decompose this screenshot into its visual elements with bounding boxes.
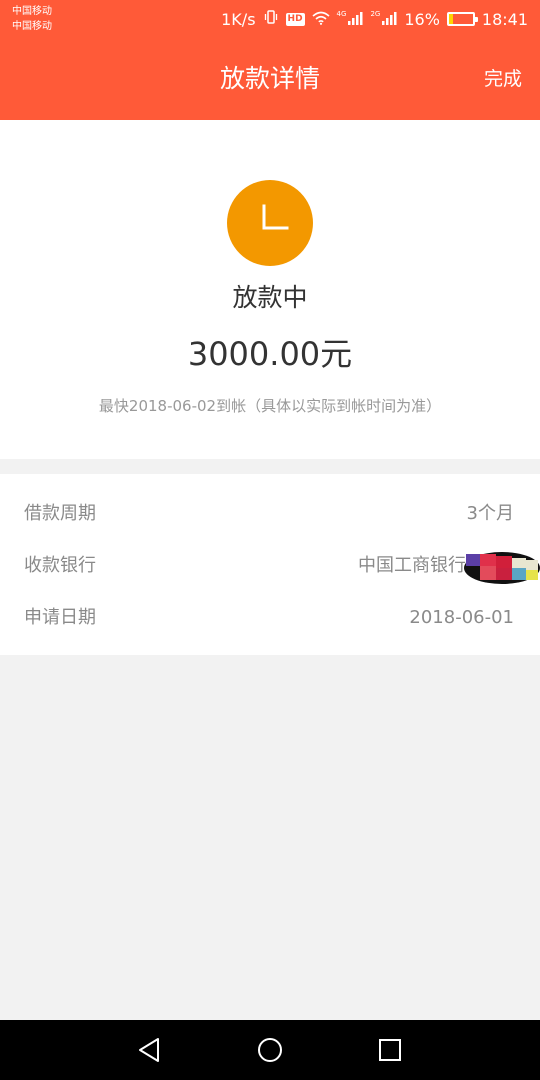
loan-status-card: 放款中 3000.00元 最快2018-06-02到帐（具体以实际到帐时间为准） — [0, 120, 540, 459]
carrier-2: 中国移动 — [12, 21, 52, 32]
status-indicators: 1K/s HD 4G 2G 16% 18:41 — [221, 6, 528, 32]
battery-fill — [448, 14, 453, 24]
home-circle-icon[interactable] — [254, 1034, 286, 1066]
battery-percent: 16% — [404, 9, 440, 29]
vibrate-icon — [263, 9, 279, 29]
signal-icon — [381, 10, 397, 29]
detail-row-period: 借款周期 3个月 — [0, 488, 540, 540]
period-label: 借款周期 — [24, 503, 96, 524]
bank-logo-icon — [462, 550, 540, 586]
date-label: 申请日期 — [24, 607, 96, 628]
page-title: 放款详情 — [219, 64, 320, 93]
detail-row-bank: 收款银行 中国工商银行 — [0, 540, 540, 592]
app-header: 中国移动 中国移动 1K/s HD 4G 2G 16% 18:41 放款详情 完… — [0, 0, 540, 120]
recents-square-icon[interactable] — [374, 1034, 406, 1066]
network-type-2: 2G — [370, 9, 381, 18]
back-triangle-icon[interactable] — [134, 1034, 166, 1066]
arrival-note: 最快2018-06-02到帐（具体以实际到帐时间为准） — [98, 397, 442, 415]
date-value: 2018-06-01 — [409, 607, 514, 628]
signal-icon — [347, 10, 363, 29]
bank-value: 中国工商银行 — [358, 555, 466, 576]
loan-amount: 3000.00元 — [187, 335, 353, 373]
status-bar: 中国移动 中国移动 1K/s HD 4G 2G 16% 18:41 — [0, 0, 540, 38]
clock-icon — [227, 180, 313, 266]
signal-4g: 4G — [337, 10, 364, 29]
clock-time: 18:41 — [481, 9, 528, 29]
wifi-icon — [312, 10, 330, 29]
network-type-1: 4G — [336, 9, 347, 18]
carrier-1: 中国移动 — [12, 6, 52, 17]
net-speed: 1K/s — [221, 9, 256, 29]
loan-status: 放款中 — [232, 283, 308, 312]
detail-row-date: 申请日期 2018-06-01 — [0, 592, 540, 644]
loan-details: 借款周期 3个月 收款银行 中国工商银行 申请日期 2018-06-01 — [0, 474, 540, 655]
signal-2g: 2G — [370, 10, 397, 29]
system-nav-bar — [0, 1020, 540, 1080]
done-button[interactable]: 完成 — [484, 62, 522, 96]
period-value: 3个月 — [466, 503, 514, 524]
battery-icon — [446, 12, 478, 26]
hd-badge: HD — [285, 12, 305, 26]
carrier-info: 中国移动 中国移动 — [12, 4, 52, 34]
bank-label: 收款银行 — [24, 555, 96, 576]
